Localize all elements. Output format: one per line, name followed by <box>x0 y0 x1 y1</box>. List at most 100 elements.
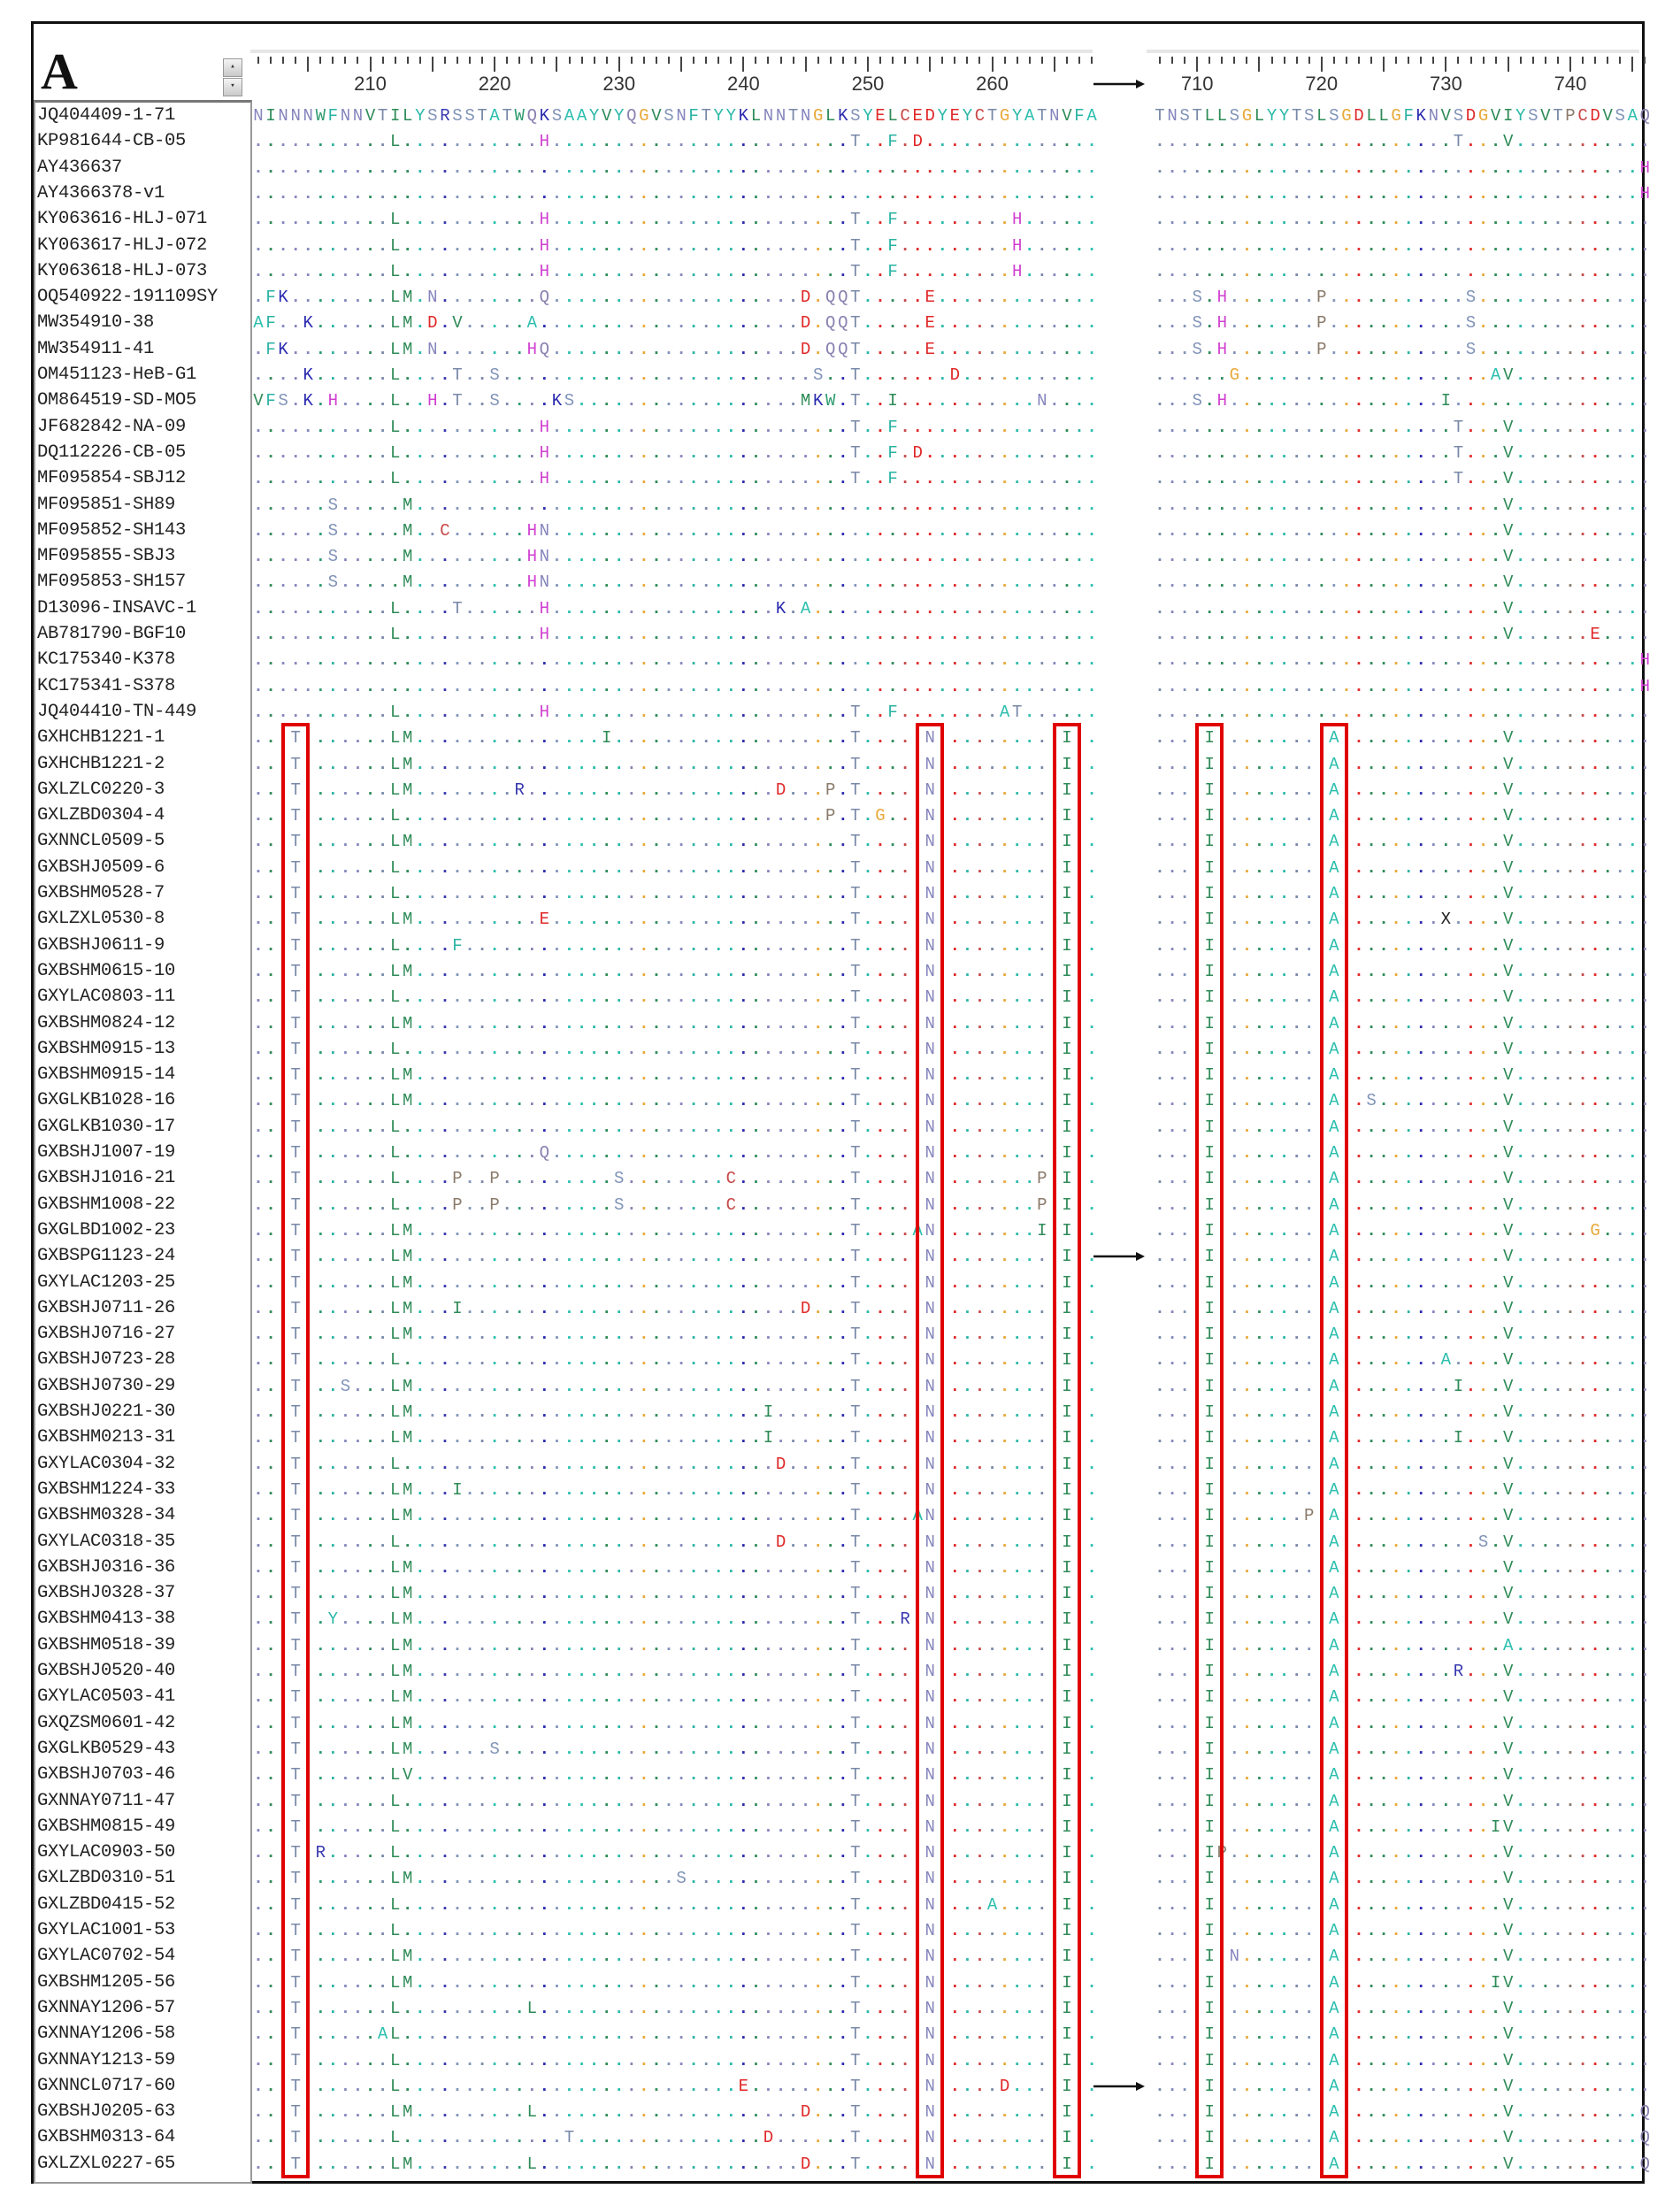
identity-dot: . <box>737 157 749 180</box>
identity-dot: . <box>1154 182 1166 205</box>
identity-dot: . <box>464 286 476 309</box>
identity-dot: . <box>874 260 886 283</box>
identity-dot: . <box>663 364 675 387</box>
identity-dot: . <box>252 442 265 465</box>
left-ruler-tick <box>693 57 694 64</box>
identity-dot: . <box>513 364 526 387</box>
right-ruler-tick <box>1233 57 1235 64</box>
sequence-name[interactable]: OM864519-SD-MO5 <box>37 389 196 412</box>
identity-dot: . <box>426 260 439 283</box>
identity-dot: . <box>911 208 924 231</box>
sequence-name[interactable]: KY063617-HLJ-072 <box>37 234 207 257</box>
identity-dot: . <box>1427 311 1439 334</box>
substitution-residue: S <box>488 364 501 387</box>
identity-dot: . <box>364 130 377 153</box>
identity-dot: . <box>526 157 538 180</box>
identity-dot: . <box>625 182 638 205</box>
sequence-name[interactable]: KY063616-HLJ-071 <box>37 208 207 231</box>
identity-dot: . <box>1166 157 1178 180</box>
sequence-name[interactable]: MW354910-38 <box>37 311 154 334</box>
identity-dot: . <box>426 130 439 153</box>
sequence-name[interactable]: OQ540922-191109SY <box>37 286 218 309</box>
identity-dot: . <box>924 260 936 283</box>
reference-residue: N <box>775 104 787 127</box>
reference-residue: I <box>389 104 402 127</box>
sequence-name[interactable]: DQ112226-CB-05 <box>37 442 186 465</box>
identity-dot: . <box>613 338 625 361</box>
reference-residue: T <box>501 104 513 127</box>
identity-dot: . <box>501 234 513 257</box>
identity-dot: . <box>1601 338 1614 361</box>
identity-dot: . <box>1577 416 1589 439</box>
identity-dot: . <box>1415 157 1427 180</box>
sequence-name[interactable]: OM451123-HeB-G1 <box>37 364 196 387</box>
identity-dot: . <box>1552 416 1564 439</box>
identity-dot: . <box>687 208 700 231</box>
identity-dot: . <box>501 286 513 309</box>
left-ruler-tick <box>444 57 446 64</box>
identity-dot: . <box>762 157 774 180</box>
identity-dot: . <box>924 208 936 231</box>
scroll-up-button[interactable]: ▴ <box>223 58 242 77</box>
identity-dot: . <box>999 260 1011 283</box>
identity-dot: . <box>302 182 314 205</box>
identity-dot: . <box>1061 311 1073 334</box>
identity-dot: . <box>1291 157 1303 180</box>
identity-dot: . <box>886 311 899 334</box>
reference-residue: Y <box>613 104 625 127</box>
identity-dot: . <box>1036 208 1048 231</box>
reference-residue: D <box>1589 104 1601 127</box>
identity-dot: . <box>550 208 563 231</box>
identity-dot: . <box>924 182 936 205</box>
identity-dot: . <box>513 338 526 361</box>
identity-dot: . <box>986 311 999 334</box>
identity-dot: . <box>862 286 874 309</box>
identity-dot: . <box>564 130 576 153</box>
sequence-name[interactable]: AY4366378-v1 <box>37 182 165 205</box>
scroll-down-button[interactable]: ▾ <box>223 78 242 96</box>
identity-dot: . <box>377 182 389 205</box>
identity-dot: . <box>687 311 700 334</box>
identity-dot: . <box>588 389 601 412</box>
identity-dot: . <box>1154 208 1166 231</box>
identity-dot: . <box>1527 208 1539 231</box>
identity-dot: . <box>862 157 874 180</box>
identity-dot: . <box>613 364 625 387</box>
identity-dot: . <box>364 286 377 309</box>
identity-dot: . <box>1303 130 1316 153</box>
sequence-name[interactable]: MW354911-41 <box>37 338 154 361</box>
identity-dot: . <box>550 286 563 309</box>
left-ruler-tick <box>742 57 744 72</box>
identity-dot: . <box>351 234 364 257</box>
identity-dot: . <box>1577 182 1589 205</box>
identity-dot: . <box>700 208 712 231</box>
sequence-name[interactable]: KP981644-CB-05 <box>37 130 186 153</box>
identity-dot: . <box>326 286 339 309</box>
identity-dot: . <box>538 311 550 334</box>
identity-dot: . <box>1166 234 1178 257</box>
substitution-residue: P <box>1316 286 1328 309</box>
identity-dot: . <box>1166 389 1178 412</box>
sequence-name[interactable]: JF682842-NA-09 <box>37 416 186 439</box>
identity-dot: . <box>650 338 663 361</box>
identity-dot: . <box>948 286 961 309</box>
identity-dot: . <box>1061 182 1073 205</box>
reference-residue: S <box>1527 104 1539 127</box>
identity-dot: . <box>1539 130 1552 153</box>
sequence-name[interactable]: JQ404409-1-71 <box>37 104 175 127</box>
identity-dot: . <box>663 208 675 231</box>
identity-dot: . <box>476 364 488 387</box>
substitution-residue: D <box>911 130 924 153</box>
identity-dot: . <box>1502 286 1515 309</box>
identity-dot: . <box>1178 389 1191 412</box>
identity-dot: . <box>426 157 439 180</box>
identity-dot: . <box>1048 416 1061 439</box>
identity-dot: . <box>1024 389 1036 412</box>
sequence-name[interactable]: KY063618-HLJ-073 <box>37 260 207 283</box>
identity-dot: . <box>663 182 675 205</box>
identity-dot: . <box>488 234 501 257</box>
sequence-name[interactable]: AY436637 <box>37 157 122 180</box>
identity-dot: . <box>924 416 936 439</box>
identity-dot: . <box>289 364 302 387</box>
identity-dot: . <box>1439 208 1452 231</box>
